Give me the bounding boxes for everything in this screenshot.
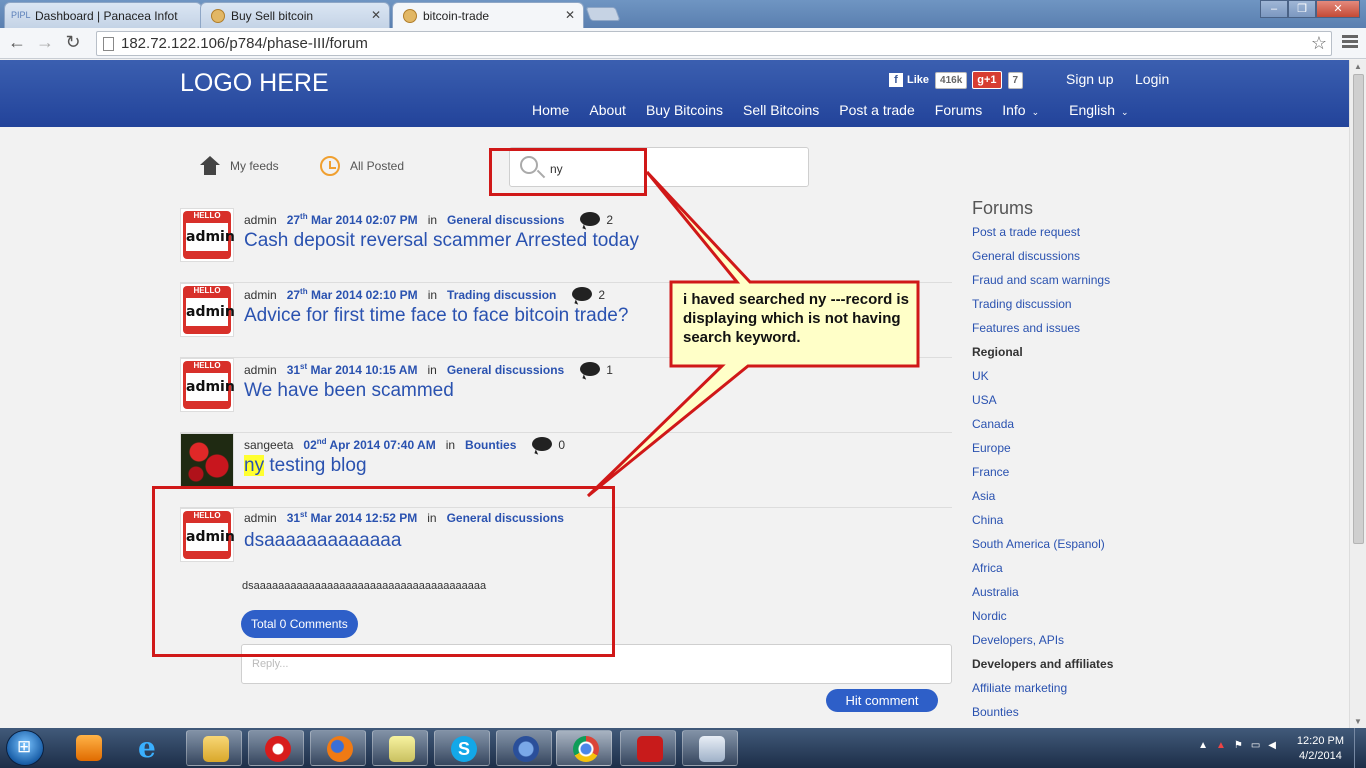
explorer-icon[interactable] <box>186 730 242 766</box>
clipboard-app-icon[interactable] <box>682 730 738 766</box>
tab-dashboard[interactable]: PIPL Dashboard | Panacea Infot <box>4 2 202 28</box>
skype-icon[interactable]: S <box>434 730 490 766</box>
tray-expand-icon[interactable]: ▲ <box>1198 740 1208 751</box>
acrobat-glyph <box>637 736 663 762</box>
new-tab-button[interactable] <box>585 7 621 21</box>
bitcoin-favicon-icon <box>403 9 417 23</box>
sticky-notes-icon[interactable] <box>372 730 428 766</box>
tab-bitcoin-trade[interactable]: bitcoin-trade ✕ <box>392 2 584 28</box>
system-tray: ▲ ▲ ⚑ ▭ ◀ <box>1198 740 1276 751</box>
ie-glyph: e <box>138 731 156 764</box>
clipboard-glyph <box>699 736 725 762</box>
acrobat-icon[interactable] <box>620 730 676 766</box>
sticky-notes-glyph <box>389 736 415 762</box>
clock-time: 12:20 PM <box>1296 735 1344 747</box>
tab-title: Buy Sell bitcoin <box>231 9 314 23</box>
pipl-favicon-icon: PIPL <box>11 10 31 20</box>
firefox-glyph <box>327 736 353 762</box>
thunderbird-icon[interactable] <box>496 730 552 766</box>
reload-icon[interactable]: ↻ <box>62 32 84 53</box>
scroll-down-icon[interactable]: ▼ <box>1354 717 1362 726</box>
back-icon[interactable]: ← <box>6 32 28 53</box>
bitcoin-favicon-icon <box>211 9 225 23</box>
display-icon[interactable]: ▭ <box>1251 740 1260 751</box>
action-center-icon[interactable]: ⚑ <box>1234 740 1243 751</box>
tab-title: bitcoin-trade <box>423 9 490 23</box>
internet-explorer-icon[interactable]: e <box>122 730 178 766</box>
close-tab-icon[interactable]: ✕ <box>565 8 575 22</box>
windows-taskbar: e S ▲ ▲ ⚑ ▭ ◀ 12:20 PM 4/2/2014 <box>0 728 1366 768</box>
volume-icon[interactable]: ◀ <box>1268 740 1276 751</box>
media-player-glyph <box>76 735 102 761</box>
media-player-icon[interactable] <box>60 730 116 766</box>
browser-toolbar: ← → ↻ 182.72.122.106/p784/phase-III/foru… <box>0 28 1366 59</box>
network-icon[interactable]: ▲ <box>1216 740 1226 751</box>
show-desktop-button[interactable] <box>1354 728 1366 768</box>
scroll-up-icon[interactable]: ▲ <box>1354 62 1362 71</box>
url-text: 182.72.122.106/p784/phase-III/forum <box>121 35 368 52</box>
opera-glyph <box>265 736 291 762</box>
forward-icon[interactable]: → <box>34 32 56 53</box>
skype-glyph: S <box>451 736 477 762</box>
tab-buy-sell-bitcoin[interactable]: Buy Sell bitcoin ✕ <box>200 2 390 28</box>
browser-tab-bar: PIPL Dashboard | Panacea Infot Buy Sell … <box>0 0 1366 28</box>
clock-date: 4/2/2014 <box>1299 750 1342 762</box>
minimize-button[interactable]: – <box>1260 0 1288 18</box>
vertical-scrollbar[interactable]: ▲ ▼ <box>1349 60 1366 728</box>
folder-glyph <box>203 736 229 762</box>
close-window-button[interactable]: ✕ <box>1316 0 1360 18</box>
scrollbar-thumb[interactable] <box>1353 74 1364 544</box>
start-button[interactable] <box>6 730 44 766</box>
bookmark-star-icon[interactable]: ☆ <box>1311 33 1327 54</box>
annotation-text: i haved searched ny ---record is display… <box>683 291 909 346</box>
chrome-icon[interactable] <box>556 730 612 766</box>
taskbar-clock[interactable]: 12:20 PM 4/2/2014 <box>1297 734 1344 764</box>
page-viewport: LOGO HERE f Like 416k g+1 7 Sign up Logi… <box>0 60 1349 728</box>
address-bar[interactable]: 182.72.122.106/p784/phase-III/forum ☆ <box>96 31 1332 56</box>
chrome-glyph <box>573 736 599 762</box>
annotation-callout <box>586 170 920 498</box>
opera-icon[interactable] <box>248 730 304 766</box>
tab-title: Dashboard | Panacea Infot <box>35 9 178 23</box>
restore-button[interactable]: ❐ <box>1288 0 1316 18</box>
firefox-icon[interactable] <box>310 730 366 766</box>
page-icon <box>103 37 114 51</box>
close-tab-icon[interactable]: ✕ <box>371 8 381 22</box>
window-controls: – ❐ ✕ <box>1260 0 1360 20</box>
thunderbird-glyph <box>513 736 539 762</box>
chrome-menu-icon[interactable] <box>1342 35 1358 50</box>
